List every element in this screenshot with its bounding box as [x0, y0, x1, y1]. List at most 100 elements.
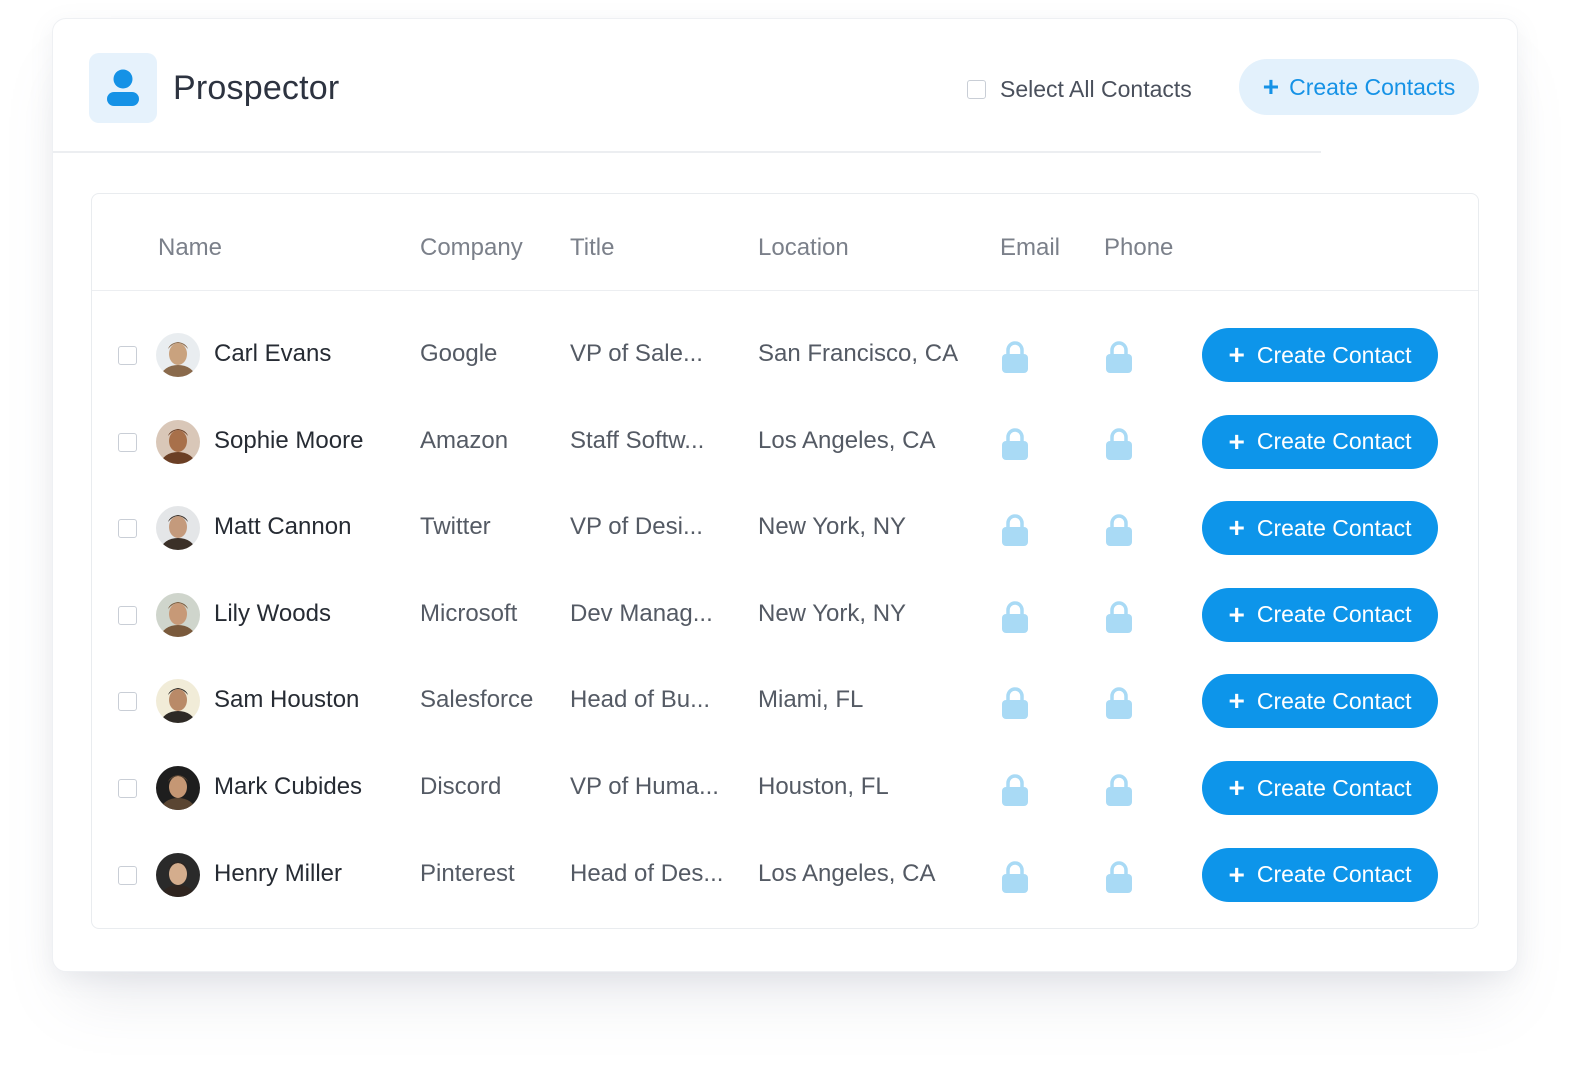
create-contact-button[interactable]: + Create Contact [1202, 761, 1438, 815]
create-contact-button[interactable]: + Create Contact [1202, 328, 1438, 382]
contacts-table: Name Company Title Location Email Phone … [91, 193, 1479, 929]
contact-name: Sophie Moore [214, 426, 364, 454]
phone-lock-icon [1104, 340, 1134, 379]
table-row: Carl Evans Google VP of Sale... San Fran… [92, 312, 1478, 398]
column-header-name: Name [158, 234, 223, 261]
contact-title: Staff Softw... [570, 426, 705, 454]
contact-name: Sam Houston [214, 686, 360, 714]
contact-company: Amazon [420, 426, 509, 454]
create-contacts-label: Create Contacts [1289, 73, 1456, 100]
phone-lock-icon [1104, 860, 1134, 899]
avatar [156, 506, 200, 551]
email-lock-icon [1000, 600, 1030, 639]
avatar [156, 852, 200, 897]
create-contact-label: Create Contact [1256, 601, 1412, 628]
row-checkbox[interactable] [118, 779, 137, 798]
contact-title: VP of Sale... [570, 340, 703, 367]
table-row: Henry Miller Pinterest Head of Des... Lo… [92, 832, 1478, 918]
header: Prospector Select All Contacts + Create … [53, 19, 1517, 153]
contact-location: San Francisco, CA [758, 340, 959, 367]
email-lock-icon [1000, 340, 1030, 379]
user-icon [89, 53, 157, 123]
row-checkbox[interactable] [118, 605, 137, 625]
avatar [156, 766, 200, 810]
contact-title: VP of Desi... [570, 513, 703, 541]
create-contact-button[interactable]: + Create Contact [1202, 414, 1438, 469]
plus-icon: + [1228, 425, 1245, 457]
contact-title: VP of Huma... [570, 773, 719, 800]
contact-name: Carl Evans [214, 340, 332, 367]
avatar [156, 592, 200, 637]
email-lock-icon [1000, 860, 1030, 899]
contact-name: Matt Cannon [214, 513, 352, 541]
phone-lock-icon [1104, 427, 1134, 466]
phone-lock-icon [1104, 600, 1134, 639]
select-all-contacts[interactable]: Select All Contacts [967, 75, 1192, 103]
page-title: Prospector [173, 69, 340, 107]
table-row: Sam Houston Salesforce Head of Bu... Mia… [92, 658, 1478, 744]
contact-name: Henry Miller [214, 859, 343, 887]
email-lock-icon [1000, 773, 1030, 812]
row-checkbox[interactable] [118, 346, 137, 365]
contact-location: Los Angeles, CA [758, 426, 936, 454]
create-contact-label: Create Contact [1256, 861, 1412, 888]
create-contact-button[interactable]: + Create Contact [1202, 674, 1438, 729]
column-header-location: Location [758, 234, 849, 261]
row-checkbox[interactable] [118, 432, 137, 452]
plus-icon: + [1228, 598, 1245, 630]
table-row: Sophie Moore Amazon Staff Softw... Los A… [92, 399, 1478, 485]
table-row: Lily Woods Microsoft Dev Manag... New Yo… [92, 572, 1478, 658]
column-header-company: Company [420, 234, 523, 261]
prospector-card: Prospector Select All Contacts + Create … [52, 18, 1518, 972]
contact-company: Discord [420, 773, 502, 800]
contact-title: Head of Des... [570, 859, 724, 887]
contact-title: Dev Manag... [570, 599, 713, 627]
contact-location: New York, NY [758, 599, 907, 627]
create-contact-label: Create Contact [1256, 514, 1412, 541]
row-checkbox[interactable] [118, 865, 137, 885]
create-contact-button[interactable]: + Create Contact [1202, 501, 1438, 556]
column-header-email: Email [1000, 234, 1061, 261]
contact-location: Houston, FL [758, 773, 889, 800]
create-contact-label: Create Contact [1256, 428, 1412, 455]
column-header-phone: Phone [1104, 234, 1174, 261]
phone-lock-icon [1104, 686, 1134, 725]
plus-icon: + [1228, 512, 1245, 544]
contact-name: Mark Cubides [214, 773, 363, 800]
column-header-title: Title [570, 234, 615, 261]
create-contact-button[interactable]: + Create Contact [1202, 847, 1438, 902]
table-row: Matt Cannon Twitter VP of Desi... New Yo… [92, 485, 1478, 571]
create-contacts-button[interactable]: + Create Contacts [1239, 59, 1479, 115]
contact-name: Lily Woods [214, 599, 331, 627]
email-lock-icon [1000, 513, 1030, 552]
plus-icon: + [1228, 339, 1245, 370]
create-contact-label: Create Contact [1256, 774, 1412, 801]
contact-location: New York, NY [758, 513, 907, 541]
table-row: Mark Cubides Discord VP of Huma... Houst… [92, 745, 1478, 831]
contact-company: Google [420, 340, 498, 367]
plus-icon: + [1228, 858, 1245, 890]
row-checkbox[interactable] [118, 519, 137, 539]
contact-company: Pinterest [420, 859, 515, 887]
header-divider [53, 151, 1321, 153]
contact-company: Twitter [420, 513, 491, 541]
avatar [156, 333, 200, 377]
contact-location: Los Angeles, CA [758, 859, 936, 887]
contact-title: Head of Bu... [570, 686, 711, 714]
select-all-label: Select All Contacts [1000, 75, 1192, 102]
create-contact-button[interactable]: + Create Contact [1202, 587, 1438, 642]
phone-lock-icon [1104, 513, 1134, 552]
phone-lock-icon [1104, 773, 1134, 812]
create-contact-label: Create Contact [1256, 341, 1412, 368]
plus-icon: + [1228, 772, 1245, 803]
select-all-checkbox[interactable] [967, 79, 986, 99]
avatar [156, 419, 200, 464]
email-lock-icon [1000, 427, 1030, 466]
contact-company: Salesforce [420, 686, 534, 714]
avatar [156, 679, 200, 724]
contact-location: Miami, FL [758, 686, 864, 714]
row-checkbox[interactable] [118, 692, 137, 712]
create-contact-label: Create Contact [1256, 687, 1412, 714]
plus-icon: + [1262, 71, 1280, 102]
plus-icon: + [1228, 685, 1245, 717]
